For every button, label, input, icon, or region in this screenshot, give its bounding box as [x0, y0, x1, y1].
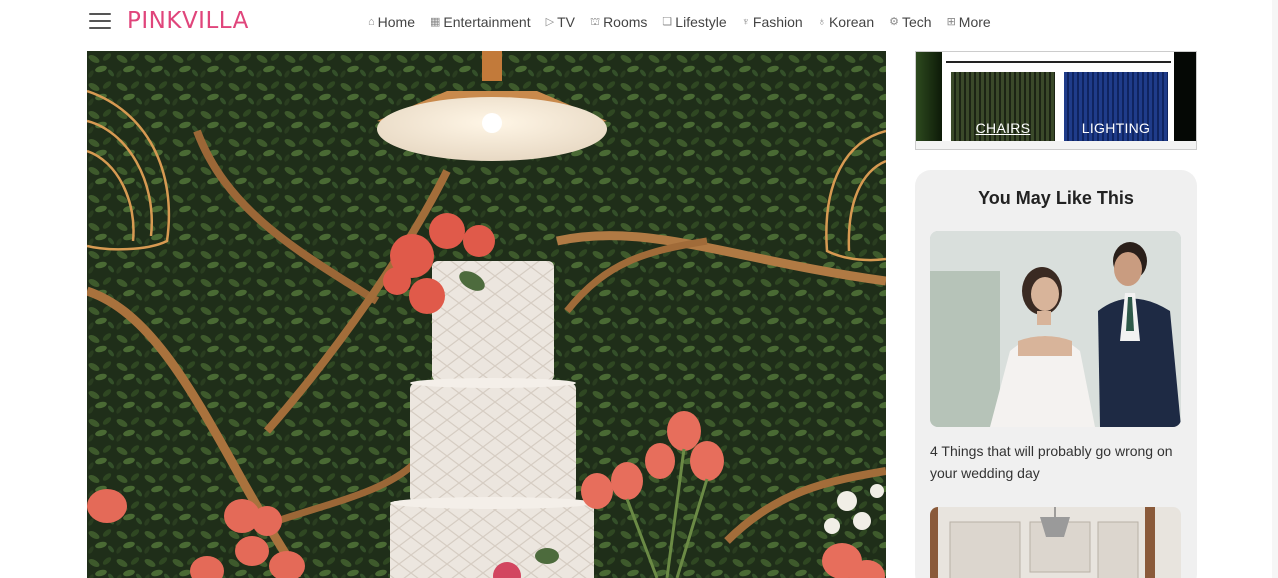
- nav-label: Lifestyle: [675, 14, 727, 30]
- nav-item-korean[interactable]: ♁ Korean: [818, 14, 874, 30]
- ad-panel-lighting[interactable]: LIGHTING: [1064, 72, 1168, 141]
- nav-label: Tech: [902, 14, 932, 30]
- advertisement-banner[interactable]: CHAIRS LIGHTING: [915, 51, 1197, 150]
- page-scrollbar[interactable]: [1272, 0, 1278, 578]
- article-caption[interactable]: 4 Things that will probably go wrong on …: [930, 440, 1190, 484]
- nav-item-tv[interactable]: ▷ TV: [546, 14, 575, 30]
- nav-item-home[interactable]: ⌂ Home: [368, 14, 415, 30]
- you-may-like-card: You May Like This 4 Things that will pro…: [915, 170, 1197, 578]
- nav-label: Rooms: [603, 14, 648, 30]
- ad-panel-label: CHAIRS: [975, 120, 1031, 136]
- nav-item-entertainment[interactable]: ▦ Entertainment: [430, 14, 531, 30]
- site-header: PINKVILLA ⌂ Home ▦ Entertainment ▷ TV ⛫ …: [0, 0, 1278, 48]
- home-icon: ⌂: [368, 15, 375, 28]
- fashion-icon: ♆: [741, 15, 750, 28]
- nav-label: Home: [377, 14, 416, 30]
- tv-icon: ▷: [545, 15, 555, 28]
- nav-label: TV: [557, 14, 575, 30]
- article-thumbnail[interactable]: [930, 507, 1181, 578]
- ad-creative: CHAIRS LIGHTING: [916, 52, 1196, 141]
- film-icon: ▦: [430, 15, 441, 28]
- section-title: You May Like This: [978, 188, 1134, 208]
- menu-icon[interactable]: [89, 13, 111, 31]
- nav-item-lifestyle[interactable]: ❏ Lifestyle: [662, 14, 726, 30]
- nav-item-fashion[interactable]: ♆ Fashion: [742, 14, 803, 30]
- nav-item-tech[interactable]: ⚙ Tech: [889, 14, 931, 30]
- article-thumbnail[interactable]: [930, 231, 1181, 427]
- main-nav: ⌂ Home ▦ Entertainment ▷ TV ⛫ Rooms ❏ Li…: [368, 14, 991, 30]
- nav-label: Korean: [828, 14, 875, 30]
- lifestyle-icon: ❏: [662, 15, 673, 28]
- grid-icon: ⊞: [946, 15, 956, 28]
- nav-label: More: [958, 14, 991, 30]
- nav-item-rooms[interactable]: ⛫ Rooms: [590, 14, 647, 30]
- ad-panel-chairs[interactable]: CHAIRS: [951, 72, 1055, 141]
- nav-label: Entertainment: [443, 14, 531, 30]
- ad-panel-label: LIGHTING: [1081, 120, 1151, 136]
- tech-icon: ⚙: [889, 15, 899, 28]
- korean-icon: ♁: [817, 15, 826, 28]
- rooms-icon: ⛫: [589, 15, 601, 28]
- nav-item-more[interactable]: ⊞ More: [947, 14, 991, 30]
- site-logo[interactable]: PINKVILLA: [127, 8, 249, 34]
- nav-label: Fashion: [752, 14, 803, 30]
- hero-image: [87, 51, 886, 578]
